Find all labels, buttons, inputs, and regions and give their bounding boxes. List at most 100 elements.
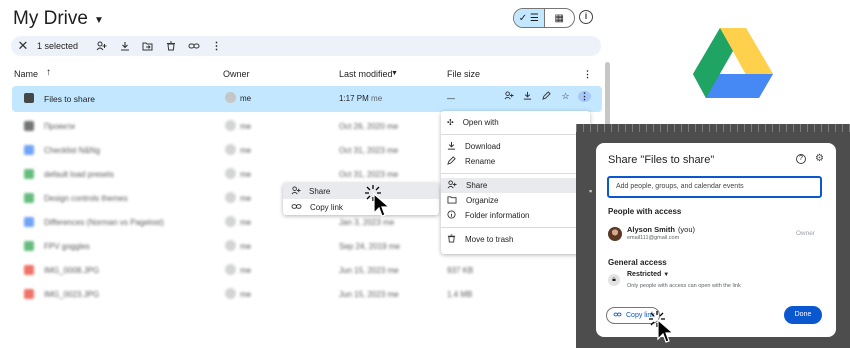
general-access-heading: General access [608,258,667,267]
chevron-down-icon: ▼ [663,272,670,278]
share-person-icon[interactable] [502,91,515,102]
menu-item-folder-information[interactable]: Folder information › [441,208,590,223]
row-modified: Oct 31, 2023 me [339,170,398,179]
sort-caret-icon: ▼ [391,70,398,77]
done-button[interactable]: Done [784,306,822,324]
menu-item-share[interactable]: Share › [441,178,590,193]
grid-view-button[interactable]: ▦ [545,9,575,27]
rename-pencil-icon[interactable] [540,91,553,102]
gear-icon[interactable]: ⚙ [815,153,824,164]
column-owner[interactable]: Owner [223,69,250,79]
info-icon [447,210,456,221]
move-folder-icon[interactable] [136,41,159,51]
more-vert-icon[interactable]: ⋮ [205,41,228,52]
avatar [608,227,622,241]
row-modified-by: me [388,242,400,251]
help-icon[interactable]: ? [796,154,806,164]
menu-item-download[interactable]: Download [441,139,590,154]
column-name[interactable]: Name [14,69,38,79]
scrollbar[interactable] [605,62,610,132]
row-modified-time: 1:17 PM [339,94,369,103]
access-level-text: Restricted [627,271,662,278]
menu-item-organize[interactable]: Organize › [441,193,590,208]
dialog-title: Share "Files to share" [608,154,715,166]
row-modified-by: me [387,146,399,155]
column-options-icon[interactable]: ⋮ [583,69,592,80]
avatar [225,264,236,275]
download-icon[interactable] [521,91,534,102]
trash-icon[interactable] [159,41,182,51]
row-modified-time: Jan 3, 2023 [339,218,381,227]
download-icon[interactable] [113,41,136,51]
ruler [576,124,850,132]
clear-selection-icon[interactable]: ✕ [13,38,33,54]
table-row[interactable]: IMG_0008.JPG me Jun 15, 2023 me 937 KB [12,258,602,282]
row-modified: 1:17 PM me [339,94,382,103]
menu-item-label: Rename [465,157,496,166]
doc-icon [24,217,34,227]
menu-item-label: Download [465,142,501,151]
row-owner: me [240,290,252,299]
row-modified: Oct 31, 2023 me [339,146,398,155]
link-icon[interactable] [182,41,205,51]
link-icon [291,202,302,213]
more-vert-icon[interactable]: ⋮ [578,91,591,102]
row-owner: me [240,194,252,203]
person-role: Owner [795,230,815,237]
list-view-button[interactable]: ✓ ☰ [514,9,545,27]
submenu-share[interactable]: Share [283,183,439,199]
sheet-icon [24,169,34,179]
table-row[interactable]: IMG_0023.JPG me Jun 15, 2023 me 1.4 MB [12,282,602,306]
context-menu: ✣ Open with Download Rename Share › [441,111,590,254]
sort-arrow-up-icon[interactable]: ↑ [46,67,51,78]
avatar [225,120,236,131]
row-modified-by: me [383,218,395,227]
row-modified-time: Oct 26, 2020 [339,122,385,131]
download-icon [447,141,456,152]
row-name: Checklist N&Ng [44,146,101,155]
menu-item-label: Open with [462,118,499,127]
row-modified: Jun 15, 2023 me [339,290,399,299]
access-dropdown[interactable]: Restricted ▼ [627,271,669,278]
share-dialog: Share "Files to share" ? ⚙ Add people, g… [596,143,836,337]
menu-item-rename[interactable]: Rename [441,154,590,169]
column-last-modified[interactable]: Last modified [339,69,393,79]
menu-item-open-with[interactable]: ✣ Open with [441,115,590,130]
trash-icon [447,234,456,245]
share-person-icon [447,180,457,191]
page-title[interactable]: My Drive ▼ [13,8,104,30]
add-people-input[interactable]: Add people, groups, and calendar events [607,176,822,198]
row-size: — [447,94,455,103]
column-file-size[interactable]: File size [447,69,480,79]
menu-item-move-to-trash[interactable]: Move to trash [441,232,590,247]
avatar [225,168,236,179]
row-name: Differences (Norman vs Pagelost) [44,218,164,227]
menu-divider [441,173,590,174]
submenu-share-label: Share [309,186,331,196]
selection-toolbar: ✕ 1 selected ⋮ [11,36,601,56]
avatar [225,92,236,103]
view-toggle[interactable]: ✓ ☰ ▦ [513,8,575,28]
info-icon[interactable]: i [579,10,593,24]
doc-icon [24,145,34,155]
chevron-down-icon: ▼ [93,14,104,26]
row-modified-time: Jun 15, 2023 [339,266,386,275]
share-person-icon[interactable] [90,41,113,51]
folder-icon [24,93,34,103]
menu-item-label: Organize [466,196,499,205]
submenu-copy-link[interactable]: Copy link [283,199,439,215]
star-icon[interactable]: ☆ [559,91,572,102]
share-person-icon [291,185,301,197]
mouse-pointer-icon [373,193,391,217]
avatar [225,192,236,203]
row-modified-time: Sep 24, 2019 [339,242,387,251]
table-row-selected[interactable]: Files to share me 1:17 PM me — ☆ ⋮ [12,86,602,112]
row-modified-by: me [387,170,399,179]
row-owner: me [240,266,252,275]
person-row: Alyson Smith (you) email111@gmail.com Own… [608,225,823,245]
people-with-access-heading: People with access [608,207,682,216]
menu-divider [441,134,590,135]
row-size: 937 KB [447,266,474,275]
sheet-icon [24,241,34,251]
share-submenu: Share Copy link [283,183,439,215]
